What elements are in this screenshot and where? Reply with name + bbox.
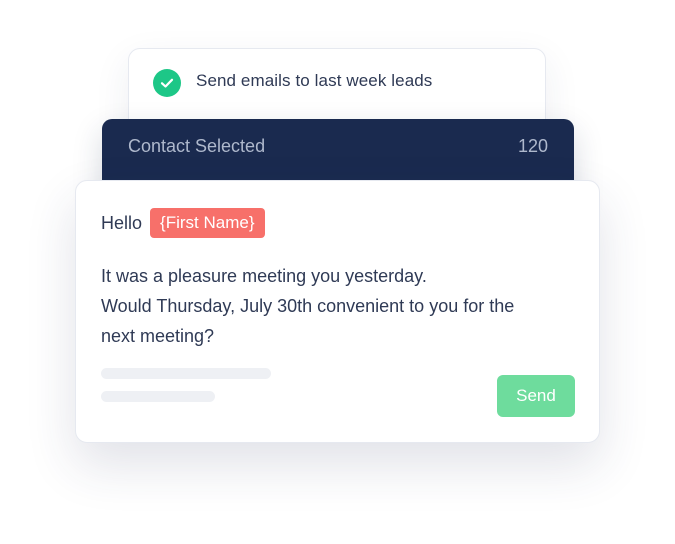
contact-selected-label: Contact Selected: [128, 136, 266, 156]
first-name-tag[interactable]: {First Name}: [150, 208, 265, 238]
message-line: Would Thursday, July 30th convenient to …: [101, 296, 515, 316]
message-card: Hello {First Name} It was a pleasure mee…: [75, 180, 600, 443]
message-body: It was a pleasure meeting you yesterday.…: [101, 261, 571, 351]
placeholder-line: [101, 391, 215, 402]
contact-count: 120: [517, 136, 548, 156]
check-circle-icon: [153, 69, 181, 97]
greeting-line: Hello {First Name}: [101, 207, 265, 239]
placeholder-line: [101, 368, 271, 379]
greeting-text: Hello: [101, 212, 143, 233]
message-line: It was a pleasure meeting you yesterday.: [101, 266, 427, 286]
task-title: Send emails to last week leads: [196, 71, 433, 90]
message-line: next meeting?: [101, 326, 215, 346]
send-button[interactable]: Send: [497, 375, 575, 417]
